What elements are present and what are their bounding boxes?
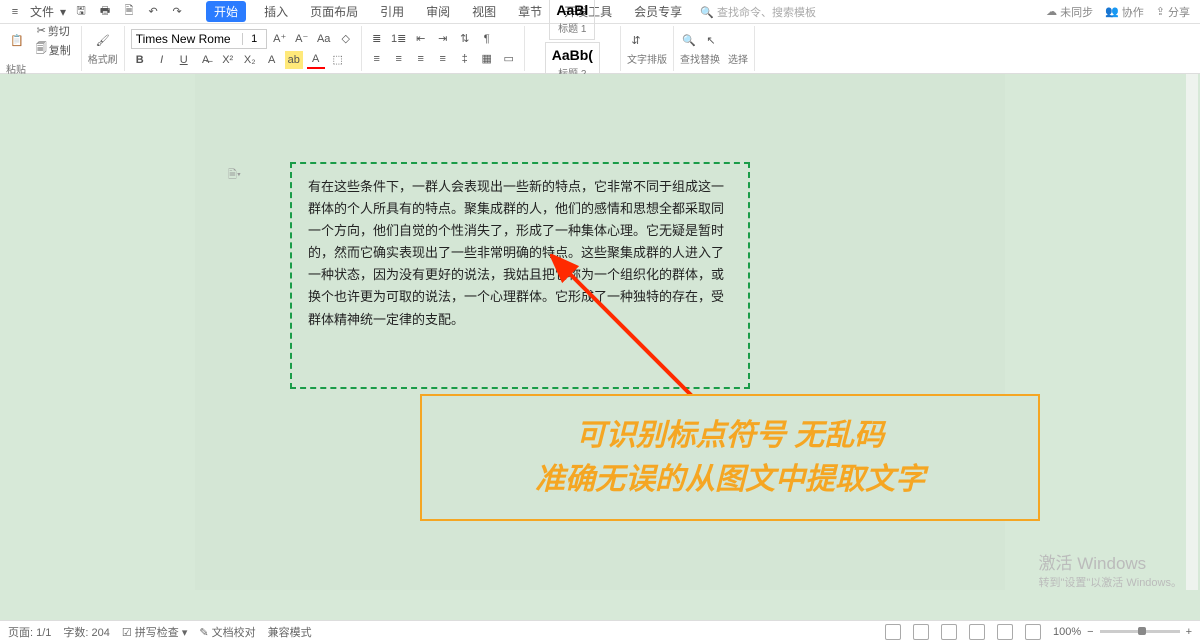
shrink-font-icon[interactable]: A⁻ [293,30,311,48]
promo-line-2: 准确无误的从图文中提取文字 [446,458,1014,502]
zoom-in-icon[interactable]: + [1186,626,1192,638]
page-break-icon: 🗎▾ [228,166,241,185]
italic-icon[interactable]: I [153,51,171,69]
tab-insert[interactable]: 插入 [260,1,292,22]
strike-icon[interactable]: A̶ [197,51,215,69]
font-size-input[interactable]: 1 [242,33,266,45]
grow-font-icon[interactable]: A⁺ [271,30,289,48]
show-marks-icon[interactable]: ¶ [478,30,496,48]
bullets-icon[interactable]: ≣ [368,30,386,48]
preview-icon[interactable]: 🗎 [120,3,138,21]
view-read-icon[interactable] [941,624,957,640]
view-page-icon[interactable] [885,624,901,640]
page-indicator[interactable]: 页面: 1/1 [8,624,51,640]
align-right-icon[interactable]: ≡ [412,50,430,68]
indent-inc-icon[interactable]: ⇥ [434,30,452,48]
chevron-down-icon: ▾ [60,5,66,19]
subscript-icon[interactable]: X₂ [241,51,259,69]
cut-button[interactable]: ✂ 剪切 [32,22,75,40]
text-box[interactable]: 有在这些条件下，一群人会表现出一些新的特点，它非常不同于组成这一群体的个人所具有… [290,162,750,389]
ribbon-toolbar: 📋 ✂ 剪切 🗐 复制 粘贴 🖌 格式刷 Times New Rome 1 A⁺… [0,24,1200,74]
save-icon[interactable]: 🖫 [72,3,90,21]
font-selector[interactable]: Times New Rome 1 [131,29,267,49]
char-border-icon[interactable]: ⬚ [329,51,347,69]
search-box[interactable]: 🔍 查找命令、搜索模板 [700,4,816,20]
spellcheck-toggle[interactable]: ☑ 拼写检查 ▾ [122,624,188,640]
word-count[interactable]: 字数: 204 [63,624,109,640]
find-icon[interactable]: 🔍 [680,31,698,49]
numbering-icon[interactable]: 1≣ [390,30,408,48]
menu-bar: ≡ 文件 ▾ 🖫 🖶 🗎 ↶ ↷ 开始 插入 页面布局 引用 审阅 视图 章节 … [0,0,1200,24]
tab-page-layout[interactable]: 页面布局 [306,1,362,22]
view-focus-icon[interactable] [997,624,1013,640]
text-layout-icon[interactable]: ⇵ [627,31,645,49]
view-web-icon[interactable] [969,624,985,640]
select-label[interactable]: 选择 [728,51,748,66]
redo-icon[interactable]: ↷ [168,3,186,21]
align-center-icon[interactable]: ≡ [390,50,408,68]
undo-icon[interactable]: ↶ [144,3,162,21]
font-color-icon[interactable]: A [307,51,325,69]
font-name-input[interactable]: Times New Rome [132,32,242,46]
format-painter-button[interactable]: 🖌 [88,31,118,49]
bold-icon[interactable]: B [131,51,149,69]
tab-member[interactable]: 会员专享 [630,1,686,22]
windows-activation-watermark: 激活 Windows 转到"设置"以激活 Windows。 [1039,549,1183,590]
select-icon[interactable]: ↖ [702,31,720,49]
proofing-button[interactable]: ✎ 文档校对 [199,624,255,640]
shading-icon[interactable]: ▦ [478,50,496,68]
copy-button[interactable]: 🗐 复制 [32,41,75,59]
sort-icon[interactable]: ⇅ [456,30,474,48]
zoom-level[interactable]: 100% [1053,626,1081,638]
zoom-slider[interactable] [1100,630,1180,633]
file-menu[interactable]: 文件 [30,3,54,20]
paste-button[interactable]: 📋 [6,31,28,49]
promo-line-1: 可识别标点符号 无乱码 [446,414,1014,458]
indent-dec-icon[interactable]: ⇤ [412,30,430,48]
superscript-icon[interactable]: X² [219,51,237,69]
tab-start[interactable]: 开始 [206,1,246,22]
borders-icon[interactable]: ▭ [500,50,518,68]
align-left-icon[interactable]: ≡ [368,50,386,68]
collab-button[interactable]: 👥 协作 [1105,4,1144,20]
align-justify-icon[interactable]: ≡ [434,50,452,68]
format-painter-label: 格式刷 [88,51,118,66]
promo-box: 可识别标点符号 无乱码 准确无误的从图文中提取文字 [420,394,1040,521]
tab-review[interactable]: 审阅 [422,1,454,22]
compat-mode: 兼容模式 [268,624,312,640]
highlight-icon[interactable]: ab [285,51,303,69]
tab-references[interactable]: 引用 [376,1,408,22]
share-button[interactable]: ⇪ 分享 [1156,4,1190,20]
status-bar: 页面: 1/1 字数: 204 ☑ 拼写检查 ▾ ✎ 文档校对 兼容模式 100… [0,620,1200,642]
clear-format-icon[interactable]: ◇ [337,30,355,48]
text-effects-icon[interactable]: A [263,51,281,69]
view-outline-icon[interactable] [913,624,929,640]
text-layout-label: 文字排版 [627,51,667,66]
sync-status[interactable]: ☁ 未同步 [1046,4,1093,20]
find-replace-label[interactable]: 查找替换 [680,51,720,66]
zoom-out-icon[interactable]: − [1087,626,1093,638]
line-spacing-icon[interactable]: ‡ [456,50,474,68]
style-heading1[interactable]: AaBl标题 1 [549,0,595,40]
vertical-scrollbar[interactable] [1186,74,1198,590]
document-text[interactable]: 有在这些条件下，一群人会表现出一些新的特点，它非常不同于组成这一群体的个人所具有… [308,179,724,327]
underline-icon[interactable]: U [175,51,193,69]
tab-sections[interactable]: 章节 [514,1,546,22]
print-icon[interactable]: 🖶 [96,3,114,21]
ribbon-tabs: 开始 插入 页面布局 引用 审阅 视图 章节 开发工具 会员专享 [206,1,686,22]
zoom-control[interactable]: 100% − + [1053,626,1192,638]
menu-icon[interactable]: ≡ [6,3,24,21]
styles-gallery[interactable]: AaBbCcDd正文 AaBl标题 1 AaBb(标题 2 AaBbC标题 3 … [525,26,621,71]
view-fullscreen-icon[interactable] [1025,624,1041,640]
change-case-icon[interactable]: Aa [315,30,333,48]
document-area: 🗎▾ 有在这些条件下，一群人会表现出一些新的特点，它非常不同于组成这一群体的个人… [0,74,1200,620]
tab-view[interactable]: 视图 [468,1,500,22]
